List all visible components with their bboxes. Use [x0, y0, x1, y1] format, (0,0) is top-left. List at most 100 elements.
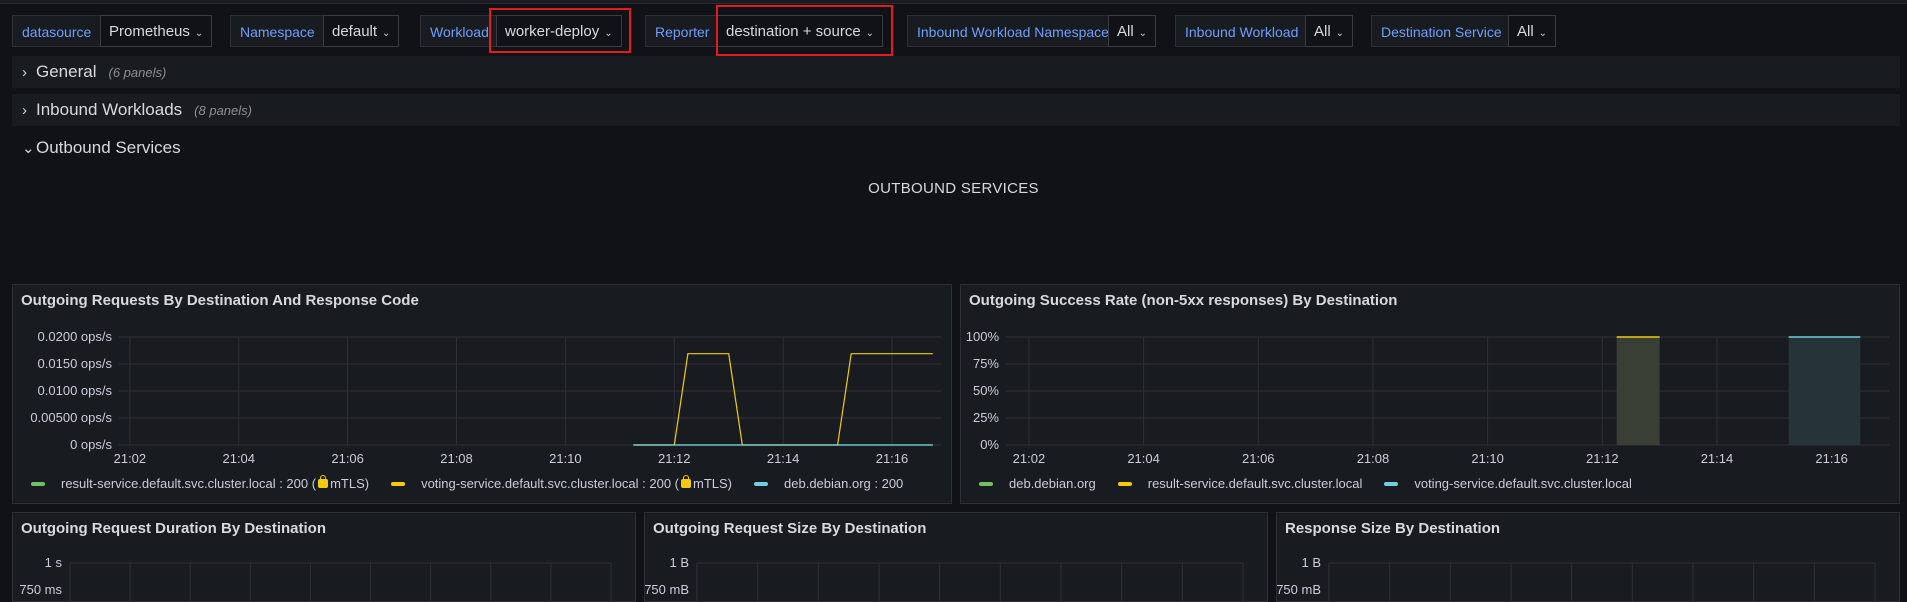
chart-bar	[1788, 337, 1861, 445]
row-outbound-services[interactable]: ⌄Outbound Services	[12, 132, 1900, 164]
x-tick-label: 21:06	[331, 451, 364, 466]
y-tick-label: 1 s	[45, 555, 63, 570]
chevron-down-icon: ⌄	[1335, 28, 1345, 39]
legend-swatch	[754, 481, 769, 486]
row-panel-count: (8 panels)	[194, 103, 252, 118]
legend-label-suffix: mTLS)	[693, 476, 733, 491]
var-select-inbound-workload-namespace[interactable]: All ⌄	[1108, 15, 1157, 47]
x-tick-label: 21:14	[767, 451, 800, 466]
chevron-down-icon: ⌄	[865, 28, 875, 39]
var-label-destination-service: Destination Service	[1371, 15, 1512, 47]
x-tick-label: 21:08	[1357, 451, 1390, 466]
y-tick-label: 50%	[973, 383, 999, 398]
var-label-datasource: datasource	[12, 15, 102, 47]
panel-response-size[interactable]: Response Size By Destination 1 B 750 mB	[1276, 512, 1900, 602]
var-select-inbound-workload[interactable]: All ⌄	[1305, 15, 1354, 47]
lock-icon	[318, 475, 329, 489]
var-select-namespace[interactable]: default ⌄	[323, 15, 400, 47]
y-tick-label: 75%	[973, 356, 999, 371]
chevron-right-icon: ›	[22, 102, 27, 119]
y-tick-label: 0%	[980, 437, 999, 452]
chevron-down-icon: ⌄	[194, 28, 204, 39]
legend-item[interactable]: deb.debian.org : 200	[754, 476, 903, 491]
legend-label: deb.debian.org : 200	[784, 476, 904, 491]
x-tick-label: 21:08	[440, 451, 473, 466]
chart-outgoing-success-rate: 0% 25% 50% 75% 100% 21:02 21:04 21:06 21:08 21:10…	[966, 329, 1889, 466]
row-inbound-workloads[interactable]: › Inbound Workloads (8 panels)	[12, 94, 1900, 126]
var-value: Prometheus	[109, 23, 190, 40]
chevron-down-icon: ⌄	[382, 28, 391, 39]
legend-label: deb.debian.org	[1009, 476, 1096, 491]
var-value: destination + source	[726, 23, 861, 40]
legend-label: voting-service.default.svc.cluster.local	[1414, 476, 1632, 491]
row-panel-count: (6 panels)	[108, 65, 167, 80]
row-title: Inbound Workloads	[36, 100, 183, 119]
var-select-destination-service[interactable]: All ⌄	[1508, 15, 1557, 47]
chevron-down-icon: ⌄	[22, 140, 35, 157]
legend-swatch	[391, 481, 406, 486]
row-title: General	[36, 62, 97, 81]
x-tick-label: 21:16	[876, 451, 909, 466]
legend-swatch	[31, 481, 45, 486]
lock-icon	[681, 475, 692, 489]
y-tick-label: 25%	[973, 410, 999, 425]
panel-outgoing-success-rate[interactable]: Outgoing Success Rate (non-5xx responses…	[960, 284, 1900, 504]
chart-request-duration: 1 s750 ms	[19, 555, 612, 601]
legend-item[interactable]: deb.debian.org	[979, 476, 1096, 491]
legend-swatch	[1384, 481, 1399, 486]
panel-outgoing-requests[interactable]: Outgoing Requests By Destination And Res…	[12, 284, 952, 504]
y-tick-label: 1 B	[669, 555, 689, 570]
x-tick-label: 21:02	[114, 451, 147, 466]
legend-item[interactable]: voting-service.default.svc.cluster.local	[1384, 476, 1632, 491]
x-tick-label: 21:10	[549, 451, 582, 466]
var-label-reporter: Reporter	[645, 15, 720, 47]
y-tick-label: 0 ops/s	[70, 437, 112, 452]
chevron-down-icon: ⌄	[1138, 28, 1148, 39]
var-value: All	[1517, 23, 1534, 40]
x-tick-label: 21:12	[658, 451, 691, 466]
var-select-reporter[interactable]: destination + source ⌄	[717, 15, 884, 47]
legend-item[interactable]: result-service.default.svc.cluster.local	[1117, 476, 1362, 491]
x-tick-label: 21:10	[1471, 451, 1504, 466]
panel-request-duration[interactable]: Outgoing Request Duration By Destination…	[12, 512, 636, 602]
x-tick-label: 21:12	[1586, 451, 1619, 466]
row-general[interactable]: › General (6 panels)	[12, 56, 1900, 88]
legend-swatch	[979, 481, 993, 486]
x-tick-label: 21:04	[222, 451, 255, 466]
x-tick-label: 21:02	[1013, 451, 1046, 466]
var-label-inbound-workload-namespace: Inbound Workload Namespace	[907, 15, 1119, 47]
variables-bar: datasource Prometheus ⌄ Namespace default…	[0, 15, 1907, 51]
x-tick-label: 21:06	[1242, 451, 1275, 466]
top-border	[0, 0, 1907, 4]
var-value: All	[1314, 23, 1331, 40]
chevron-right-icon: ›	[22, 64, 27, 81]
x-tick-label: 21:16	[1815, 451, 1848, 466]
var-select-datasource[interactable]: Prometheus ⌄	[100, 15, 213, 47]
chevron-down-icon: ⌄	[1538, 28, 1548, 39]
panel-request-size[interactable]: Outgoing Request Size By Destination 1 B…	[644, 512, 1268, 602]
chart-bar	[1616, 337, 1660, 445]
x-tick-label: 21:14	[1701, 451, 1734, 466]
var-select-workload[interactable]: worker-deploy ⌄	[496, 15, 622, 47]
legend-outgoing-requests: result-service.default.svc.cluster.local…	[31, 475, 925, 491]
var-value: All	[1117, 23, 1134, 40]
chart-request-size: 1 B750 mB	[645, 555, 1244, 601]
text-panel-outbound-services: OUTBOUND SERVICES	[868, 180, 1039, 197]
chevron-down-icon: ⌄	[604, 28, 613, 39]
legend-outgoing-success-rate: deb.debian.org result-service.default.svc…	[979, 476, 1654, 491]
chart-response-size: 1 B750 mB	[1277, 555, 1876, 601]
legend-item[interactable]: result-service.default.svc.cluster.local…	[31, 475, 369, 491]
y-tick-label: 0.0100 ops/s	[38, 383, 113, 398]
legend-item[interactable]: voting-service.default.svc.cluster.local…	[391, 475, 733, 491]
legend-swatch	[1117, 481, 1132, 486]
chart-outgoing-requests: 0 ops/s 0.00500 ops/s 0.0100 ops/s 0.0150 o…	[30, 329, 941, 466]
y-tick-label: 1 B	[1301, 555, 1321, 570]
var-label-namespace: Namespace	[230, 15, 325, 47]
y-tick-label: 0.00500 ops/s	[30, 410, 112, 425]
y-tick-label: 100%	[966, 329, 1000, 344]
var-value: worker-deploy	[505, 23, 600, 40]
y-tick-label: 0.0150 ops/s	[38, 356, 113, 371]
row-title: Outbound Services	[36, 138, 181, 157]
legend-label: result-service.default.svc.cluster.local…	[61, 476, 317, 491]
legend-label: voting-service.default.svc.cluster.local…	[421, 476, 680, 491]
